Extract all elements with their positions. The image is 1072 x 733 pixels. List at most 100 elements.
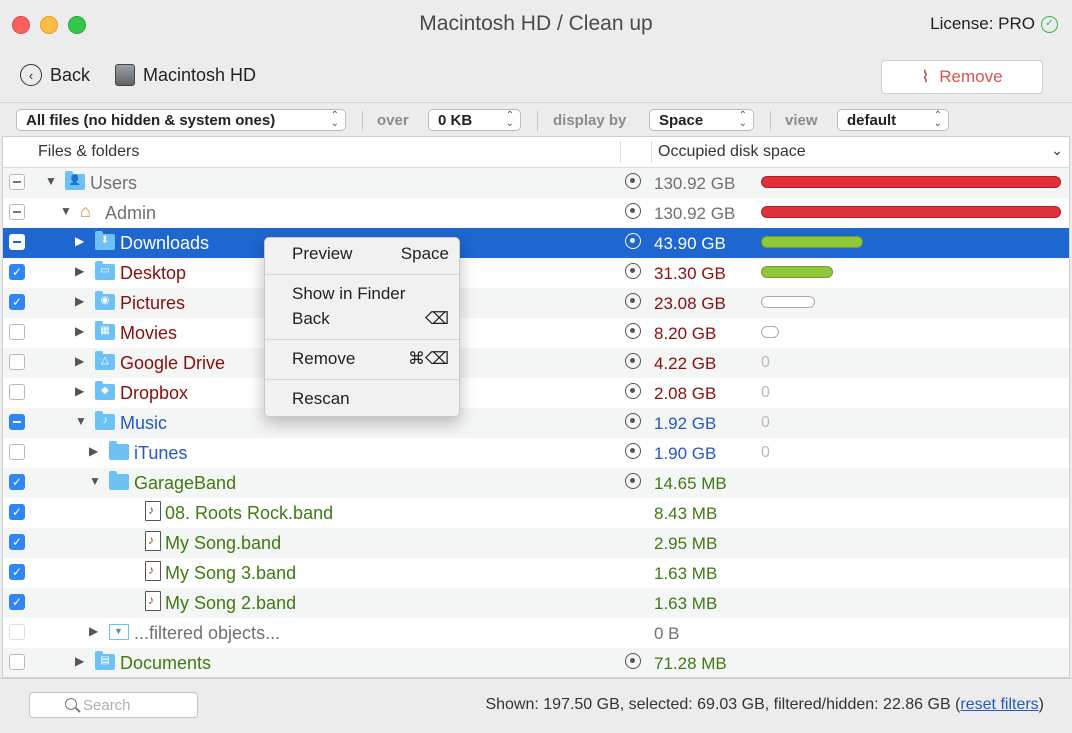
size-bar-empty: 0: [761, 444, 770, 461]
table-header: Files & folders Occupied disk space ⌄: [3, 137, 1069, 168]
view-label: view: [785, 112, 818, 129]
remove-button[interactable]: ⌇ Remove: [881, 60, 1043, 94]
table-row[interactable]: ▶ ◆ Dropbox 2.08 GB 0: [3, 378, 1069, 408]
menu-separator: [265, 339, 459, 340]
locate-target-icon[interactable]: [625, 263, 641, 279]
locate-target-icon[interactable]: [625, 383, 641, 399]
locate-target-icon[interactable]: [625, 203, 641, 219]
row-checkbox[interactable]: [9, 444, 25, 460]
disclosure-collapsed-icon[interactable]: ▶: [75, 354, 84, 368]
table-row[interactable]: ▼ ⌂ Admin 130.92 GB: [3, 198, 1069, 228]
row-checkbox[interactable]: ✓: [9, 264, 25, 280]
table-row[interactable]: ▼ ♪ Music 1.92 GB 0: [3, 408, 1069, 438]
table-row[interactable]: ▶ iTunes 1.90 GB 0: [3, 438, 1069, 468]
table-row[interactable]: ✓ 08. Roots Rock.band 8.43 MB: [3, 498, 1069, 528]
locate-target-icon[interactable]: [625, 323, 641, 339]
row-checkbox[interactable]: [9, 384, 25, 400]
menu-item-show-in-finder[interactable]: Show in Finder: [292, 284, 405, 304]
locate-target-icon[interactable]: [625, 233, 641, 249]
menu-item-remove[interactable]: Remove: [292, 349, 355, 369]
desktop-folder-icon: ▭: [95, 261, 115, 280]
row-name: Admin: [105, 203, 157, 223]
disclosure-collapsed-icon[interactable]: ▶: [75, 234, 84, 248]
menu-item-back[interactable]: Back: [292, 309, 330, 329]
license-status[interactable]: License: PRO ✓: [930, 14, 1058, 34]
disclosure-collapsed-icon[interactable]: ▶: [75, 294, 84, 308]
row-checkbox[interactable]: [9, 654, 25, 670]
row-size: 14.65 MB: [654, 474, 727, 493]
disclosure-collapsed-icon[interactable]: ▶: [75, 324, 84, 338]
table-row[interactable]: ▶ ▦ Movies 8.20 GB: [3, 318, 1069, 348]
location-label: Macintosh HD: [143, 64, 257, 85]
disclosure-collapsed-icon[interactable]: ▶: [89, 444, 98, 458]
disclosure-expanded-icon[interactable]: ▼: [45, 174, 57, 188]
locate-target-icon[interactable]: [625, 413, 641, 429]
locate-target-icon[interactable]: [625, 653, 641, 669]
row-checkbox[interactable]: [9, 204, 25, 220]
disclosure-expanded-icon[interactable]: ▼: [60, 204, 72, 218]
disclosure-collapsed-icon[interactable]: ▶: [75, 654, 84, 668]
locate-target-icon[interactable]: [625, 443, 641, 459]
table-row[interactable]: ✓ My Song 2.band 1.63 MB: [3, 588, 1069, 618]
scope-select[interactable]: All files (no hidden & system ones) ⌃ ⌄: [16, 109, 346, 131]
table-row[interactable]: ▶ ...filtered objects... 0 B: [3, 618, 1069, 648]
status-summary-text: Shown: 197.50 GB, selected: 69.03 GB, fi…: [485, 696, 961, 713]
disclosure-collapsed-icon[interactable]: ▶: [75, 264, 84, 278]
row-checkbox[interactable]: ✓: [9, 564, 25, 580]
select-arrows-icon: ⌃ ⌄: [933, 110, 942, 129]
row-checkbox[interactable]: ✓: [9, 504, 25, 520]
back-button[interactable]: ‹ Back: [20, 64, 90, 86]
disclosure-expanded-icon[interactable]: ▼: [75, 414, 87, 428]
table-row[interactable]: ✓ ▼ GarageBand 14.65 MB: [3, 468, 1069, 498]
table-row[interactable]: ✓ My Song.band 2.95 MB: [3, 528, 1069, 558]
row-checkbox[interactable]: ✓: [9, 534, 25, 550]
display-by-select[interactable]: Space ⌃ ⌄: [649, 109, 754, 131]
documents-folder-icon: ▤: [95, 651, 115, 670]
menu-item-preview[interactable]: Preview: [292, 244, 352, 264]
table-row[interactable]: ✓ ▶ ▭ Desktop 31.30 GB: [3, 258, 1069, 288]
divider: [537, 111, 538, 131]
table-row[interactable]: ✓ My Song 3.band 1.63 MB: [3, 558, 1069, 588]
disclosure-expanded-icon[interactable]: ▼: [89, 474, 101, 488]
table-row[interactable]: ✓ ▶ ◉ Pictures 23.08 GB: [3, 288, 1069, 318]
search-input[interactable]: Search: [29, 692, 198, 718]
location-breadcrumb[interactable]: Macintosh HD: [115, 64, 256, 86]
table-row[interactable]: ▶ △ Google Drive 4.22 GB 0: [3, 348, 1069, 378]
locate-target-icon[interactable]: [625, 293, 641, 309]
garageband-file-icon: [145, 561, 161, 581]
row-checkbox[interactable]: [9, 324, 25, 340]
row-checkbox[interactable]: [9, 624, 25, 640]
disclosure-collapsed-icon[interactable]: ▶: [89, 624, 98, 638]
over-label: over: [377, 112, 409, 129]
row-checkbox[interactable]: [9, 354, 25, 370]
view-select[interactable]: default ⌃ ⌄: [837, 109, 949, 131]
row-size: 2.95 MB: [654, 534, 718, 553]
row-size: 130.92 GB: [654, 174, 736, 193]
drive-folder-icon: △: [95, 351, 115, 370]
context-menu: Preview Space Show in Finder Back ⌫ Remo…: [264, 237, 460, 417]
row-checkbox[interactable]: [9, 174, 25, 190]
row-size: 1.90 GB: [654, 444, 717, 463]
table-row[interactable]: ▼ 👤 Users 130.92 GB: [3, 168, 1069, 198]
disclosure-collapsed-icon[interactable]: ▶: [75, 384, 84, 398]
row-checkbox[interactable]: ✓: [9, 474, 25, 490]
chevron-down-icon[interactable]: ⌄: [1051, 142, 1063, 159]
table-row[interactable]: ▶ ⬇ Downloads 43.90 GB: [3, 228, 1069, 258]
row-checkbox[interactable]: [9, 414, 25, 430]
locate-target-icon[interactable]: [625, 173, 641, 189]
reset-filters-link[interactable]: reset filters: [960, 696, 1038, 713]
row-size: 23.08 GB: [654, 294, 726, 313]
locate-target-icon[interactable]: [625, 473, 641, 489]
column-header-files[interactable]: Files & folders: [38, 143, 139, 161]
menu-item-rescan[interactable]: Rescan: [292, 389, 350, 409]
row-checkbox[interactable]: ✓: [9, 594, 25, 610]
column-header-space[interactable]: Occupied disk space: [658, 143, 806, 161]
locate-target-icon[interactable]: [625, 353, 641, 369]
size-threshold-select[interactable]: 0 KB ⌃ ⌄: [428, 109, 521, 131]
row-checkbox[interactable]: [9, 234, 25, 250]
table-row[interactable]: ▶ ▤ Documents 71.28 MB: [3, 648, 1069, 677]
row-name: Downloads: [120, 233, 210, 253]
row-name: Movies: [120, 323, 178, 343]
remove-label: Remove: [939, 67, 1003, 86]
row-checkbox[interactable]: ✓: [9, 294, 25, 310]
